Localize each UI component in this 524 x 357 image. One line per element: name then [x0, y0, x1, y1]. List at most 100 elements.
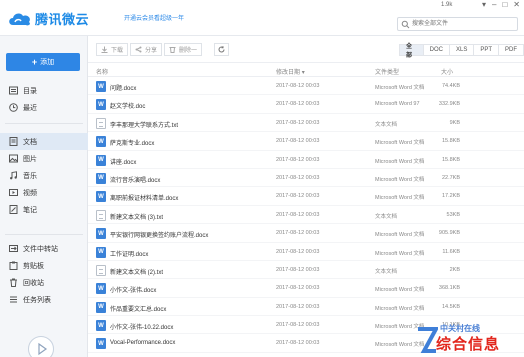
- user-account[interactable]: 1.9k: [441, 2, 452, 8]
- sidebar-item-tasks[interactable]: 任务列表: [0, 291, 88, 308]
- sort-arrow-icon: ▾: [301, 70, 305, 76]
- table-row[interactable]: W 离职前报证材料清单.docx 2017-08-12 00:03 Microsoft…: [88, 187, 524, 206]
- file-date: 2017-08-12 00:03: [276, 119, 320, 126]
- table-row[interactable]: W 作品重要文汇总.docx 2017-08-12 00:03 Microsoft W…: [88, 298, 524, 317]
- menu-button[interactable]: ▾: [482, 0, 486, 9]
- cloud-icon: [7, 10, 33, 27]
- share-label: 分享: [145, 48, 158, 54]
- table-row[interactable]: 新建文本文档 (2).txt 2017-08-12 00:03 文本文档 2KB: [88, 261, 524, 280]
- window-controls: ▾ – □ ✕: [482, 0, 520, 9]
- sidebar-item-notes[interactable]: 笔记: [0, 201, 88, 218]
- play-button[interactable]: [28, 336, 54, 357]
- table-row[interactable]: W 小作文-张伟.docx 2017-08-12 00:03 Microsoft Wo…: [88, 279, 524, 298]
- image-icon: [9, 154, 18, 163]
- word-file-icon: W: [96, 338, 106, 350]
- filter-ppt[interactable]: PPT: [473, 44, 499, 56]
- file-name: 平安银行网银更换签约账户流程.docx: [110, 233, 209, 240]
- download-button[interactable]: 下载: [96, 43, 129, 56]
- file-date: 2017-08-12 00:03: [276, 266, 320, 273]
- sidebar-item-directory[interactable]: 目录: [0, 82, 88, 99]
- sidebar-item-images[interactable]: 图片: [0, 150, 88, 167]
- toolbar: 下载 分享 删除一 全部 DOC XLS PPT PDF: [88, 36, 524, 63]
- file-type: Microsoft Word 文档: [375, 176, 425, 183]
- file-name: 作品重要文汇总.docx: [110, 306, 167, 313]
- file-type-filters: 全部 DOC XLS PPT PDF: [399, 44, 524, 59]
- add-button[interactable]: + 添加: [6, 53, 80, 71]
- word-file-icon: W: [96, 301, 106, 313]
- file-size: 14.5KB: [441, 303, 460, 310]
- file-date: 2017-08-12 00:03: [276, 322, 320, 329]
- sidebar-item-music[interactable]: 音乐: [0, 167, 88, 184]
- file-size: 22.7KB: [441, 174, 460, 181]
- share-button[interactable]: 分享: [130, 43, 163, 56]
- sidebar: + 添加 目录 最近 文档 图片 音乐 视频 笔记 文件中转站 剪贴板 回收站 …: [0, 36, 88, 357]
- word-file-icon: W: [96, 283, 106, 295]
- maximize-button[interactable]: □: [502, 0, 507, 9]
- play-icon: [38, 342, 48, 356]
- table-row[interactable]: W 萨克斯专业.docx 2017-08-12 00:03 Microsoft Wor…: [88, 132, 524, 151]
- file-date: 2017-08-12 00:03: [276, 83, 320, 89]
- file-name: 小作文-张伟-10.22.docx: [110, 325, 174, 332]
- word-file-icon: W: [96, 246, 106, 258]
- delete-label: 删除一: [179, 48, 198, 54]
- file-date: 2017-08-12 00:03: [276, 230, 320, 237]
- file-type: 文本文档: [375, 268, 398, 275]
- header-date[interactable]: 修改日期 ▾: [276, 67, 305, 76]
- file-date: 2017-08-12 00:03: [276, 211, 320, 218]
- file-date: 2017-08-12 00:03: [276, 248, 320, 255]
- sidebar-item-recent[interactable]: 最近: [0, 99, 88, 116]
- sidebar-item-documents[interactable]: 文档: [0, 133, 88, 150]
- file-type: 文本文档: [375, 121, 398, 128]
- file-type: Microsoft Word 97: [375, 101, 420, 108]
- filter-xls[interactable]: XLS: [448, 44, 475, 56]
- watermark: 中关村在线 综合信息: [410, 321, 524, 357]
- sidebar-item-video[interactable]: 视频: [0, 184, 88, 201]
- table-row[interactable]: W 平安银行网银更换签约账户流程.docx 2017-08-12 00:03 Micr…: [88, 224, 524, 243]
- nav-group-types: 文档 图片 音乐 视频 笔记: [0, 133, 88, 218]
- file-type: Microsoft Word 文档: [375, 85, 425, 91]
- add-button-label: 添加: [40, 59, 55, 66]
- refresh-button[interactable]: [214, 43, 229, 56]
- table-row[interactable]: W 流行音乐演唱.docx 2017-08-12 00:03 Microsoft Wo…: [88, 169, 524, 188]
- minimize-button[interactable]: –: [492, 0, 496, 9]
- delete-button[interactable]: 删除一: [164, 43, 203, 56]
- filter-all[interactable]: 全部: [399, 44, 424, 59]
- word-file-icon: W: [96, 99, 106, 111]
- word-file-icon: W: [96, 191, 106, 203]
- header-date-label: 修改日期: [276, 70, 301, 76]
- table-row[interactable]: W 赵文学校.doc 2017-08-12 00:03 Microsoft Word …: [88, 95, 524, 114]
- filter-doc[interactable]: DOC: [422, 44, 450, 56]
- header-type[interactable]: 文件类型: [375, 67, 399, 76]
- file-name: 李丰那理大学联系方式.txt: [110, 122, 179, 129]
- table-row[interactable]: W 讲座.docx 2017-08-12 00:03 Microsoft Word 文…: [88, 151, 524, 169]
- watermark-text: 综合信息: [436, 336, 501, 353]
- text-file-icon: [96, 264, 106, 276]
- promo-link[interactable]: 开通云会员看超级一年: [124, 13, 184, 22]
- sidebar-item-clipboard[interactable]: 剪贴板: [0, 257, 88, 274]
- word-file-icon: W: [96, 136, 106, 148]
- file-name: 新建文本文档 (3).txt: [110, 214, 164, 221]
- table-row[interactable]: W 工作证明.docx 2017-08-12 00:03 Microsoft Word…: [88, 243, 524, 261]
- app-logo: 腾讯微云: [7, 9, 89, 28]
- sidebar-item-label: 回收站: [23, 279, 44, 287]
- header-name[interactable]: 名称: [96, 67, 108, 76]
- file-type: Microsoft Word 文档: [375, 232, 425, 239]
- sidebar-item-transfer[interactable]: 文件中转站: [0, 240, 88, 257]
- sidebar-item-label: 最近: [23, 104, 37, 112]
- table-row[interactable]: W 问题.docx 2017-08-12 00:03 Microsoft Word 文…: [88, 77, 524, 96]
- search-input[interactable]: [412, 19, 512, 29]
- sidebar-item-trash[interactable]: 回收站: [0, 274, 88, 291]
- table-row[interactable]: 新建文本文档 (3).txt 2017-08-12 00:03 文本文档 53KB: [88, 206, 524, 225]
- sidebar-item-label: 笔记: [23, 206, 37, 214]
- header-size[interactable]: 大小: [441, 67, 453, 76]
- search-box[interactable]: [397, 17, 518, 31]
- trash-icon: [10, 278, 17, 287]
- file-date: 2017-08-12 00:03: [276, 138, 320, 145]
- file-name: 问题.docx: [110, 86, 137, 92]
- clipboard-icon: [9, 261, 18, 270]
- filter-pdf[interactable]: PDF: [498, 44, 524, 56]
- text-file-icon: [96, 209, 106, 221]
- watermark-logo-icon: [418, 327, 438, 353]
- table-row[interactable]: 李丰那理大学联系方式.txt 2017-08-12 00:03 文本文档 9KB: [88, 114, 524, 133]
- close-button[interactable]: ✕: [513, 0, 520, 9]
